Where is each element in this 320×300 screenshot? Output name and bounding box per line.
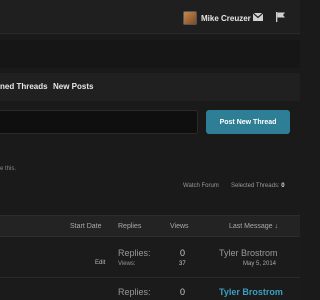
selected-threads[interactable]: Selected Threads: 0 [231, 183, 285, 189]
selected-threads-count: 0 [281, 183, 285, 189]
views-count: 37 [179, 261, 186, 267]
nav-new-posts[interactable]: New Posts [53, 82, 93, 91]
title-band [0, 40, 300, 68]
post-new-thread-button[interactable]: Post New Thread [206, 110, 290, 134]
forum-search-bar[interactable] [0, 110, 198, 134]
user-name[interactable]: Mike Creuzer [201, 14, 251, 23]
flag-icon[interactable] [276, 12, 285, 22]
views-label: Views: [118, 261, 136, 267]
table-row[interactable]: Edit Replies: 0 Views: 37 Tyler Brostrom… [0, 240, 300, 278]
column-last-message[interactable]: Last Message ↓ [229, 223, 278, 230]
mail-icon[interactable] [253, 13, 263, 21]
column-views[interactable]: Views [170, 223, 189, 230]
watch-forum-link[interactable]: Watch Forum [183, 183, 219, 189]
user-menu[interactable]: Mike Creuzer [183, 10, 251, 26]
forum-notice: e this. [0, 166, 17, 172]
selected-threads-label: Selected Threads: [231, 183, 280, 189]
column-replies[interactable]: Replies [118, 223, 141, 230]
table-row[interactable]: Replies: 0 Tyler Brostrom [0, 281, 300, 300]
nav-watched-threads[interactable]: ned Threads [0, 82, 48, 91]
edit-link[interactable]: Edit [95, 260, 105, 266]
replies-label: Replies: [118, 248, 151, 258]
top-bar: Mike Creuzer [0, 0, 300, 34]
sub-nav: ned Threads New Posts [0, 73, 300, 101]
replies-count: 0 [180, 248, 186, 258]
last-message-date[interactable]: May 5, 2014 [243, 261, 276, 267]
column-start-date[interactable]: Start Date [70, 223, 102, 230]
avatar[interactable] [183, 11, 197, 25]
replies-label: Replies: [118, 287, 151, 297]
replies-count: 0 [180, 287, 186, 297]
thread-list-header: Start Date Replies Views Last Message ↓ [0, 215, 300, 237]
last-poster[interactable]: Tyler Brostrom [219, 248, 278, 258]
last-poster[interactable]: Tyler Brostrom [219, 287, 283, 297]
